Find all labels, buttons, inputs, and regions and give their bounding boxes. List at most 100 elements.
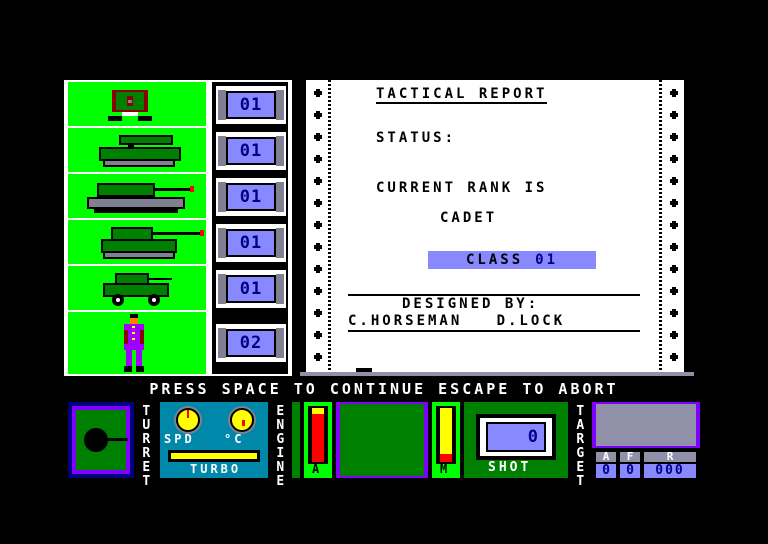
gauge-m-label: M <box>440 462 448 476</box>
arrow-icon <box>312 176 322 186</box>
arrow-icon <box>312 88 322 98</box>
unit-roster <box>64 80 208 376</box>
arrow-icon <box>312 220 322 230</box>
turret-label: TURRET <box>138 404 154 490</box>
unit-count: 01 <box>226 183 276 211</box>
arrow-icon <box>312 154 322 164</box>
continue-prompt: PRESS SPACE TO CONTINUE ESCAPE TO ABORT <box>149 380 619 398</box>
unit-cell-soldier[interactable] <box>68 312 206 374</box>
arrow-icon <box>668 198 678 208</box>
arrow-icon <box>312 110 322 120</box>
arrow-icon <box>312 242 322 252</box>
rank-value: CADET <box>440 210 498 226</box>
designed-by-label: DESIGNED BY: <box>402 296 540 312</box>
medium-tank-icon <box>101 227 204 259</box>
turret-label-text: TURRET <box>138 404 154 488</box>
gauge-m-fill <box>440 408 452 462</box>
speed-label: SPD <box>164 432 195 446</box>
radar-screen <box>336 402 428 478</box>
unit-count-badge: 02 <box>216 324 286 362</box>
class-label: CLASS <box>465 252 524 268</box>
shot-label: SHOT <box>488 460 532 475</box>
unit-count-badge: 01 <box>216 224 286 262</box>
unit-cell-armored-car[interactable] <box>68 266 206 310</box>
engine-label: ENGINE <box>272 404 288 490</box>
unit-count: 01 <box>226 275 276 303</box>
arrow-icon <box>312 286 322 296</box>
arrow-icon <box>668 132 678 142</box>
missile-tank-icon <box>99 135 181 167</box>
arrow-icon <box>668 330 678 340</box>
turret-icon <box>84 428 128 452</box>
arrow-icon <box>668 308 678 318</box>
a-value: 0 <box>596 464 616 478</box>
arrow-icon <box>312 198 322 208</box>
hud-spacer <box>292 402 300 478</box>
arrow-icon <box>668 352 678 362</box>
r-label: R <box>644 451 696 462</box>
gauge-m: M <box>432 402 460 478</box>
report-title: TACTICAL REPORT <box>376 86 548 104</box>
arrow-icon <box>668 176 678 186</box>
divider <box>348 330 640 332</box>
unit-count: 01 <box>226 137 276 165</box>
arrow-icon <box>668 286 678 296</box>
turbo-bar <box>171 453 257 459</box>
report-shadow <box>300 372 694 376</box>
unit-count: 01 <box>226 229 276 257</box>
turbo-label: TURBO <box>190 462 242 476</box>
arrow-icon <box>312 330 322 340</box>
target-label: TARGET <box>572 404 588 490</box>
authors: C.HORSEMAN D.LOCK <box>348 313 566 329</box>
unit-cell-command-bunker[interactable] <box>68 82 206 126</box>
tactical-report: TACTICAL REPORT STATUS: CURRENT RANK IS … <box>306 80 684 374</box>
class-badge: CLASS 01 <box>428 251 596 269</box>
class-value: 01 <box>535 252 558 268</box>
engine-label-text: ENGINE <box>272 404 288 488</box>
soldier-icon <box>124 314 144 372</box>
arrow-column-right <box>668 88 680 374</box>
unit-cell-heavy-tank[interactable] <box>68 174 206 218</box>
target-label-text: TARGET <box>572 404 588 488</box>
unit-count-badge: 01 <box>216 132 286 170</box>
arrow-icon <box>668 110 678 120</box>
unit-count: 02 <box>226 329 276 357</box>
f-label: F <box>620 451 640 462</box>
rank-label: CURRENT RANK IS <box>376 180 548 196</box>
temperature-label: °C <box>224 432 245 446</box>
arrow-icon <box>668 88 678 98</box>
gauge-a-label: A <box>312 462 320 476</box>
arrow-icon <box>312 264 322 274</box>
unit-count-badge: 01 <box>216 270 286 308</box>
unit-cell-medium-tank[interactable] <box>68 220 206 264</box>
heavy-tank-icon <box>87 183 194 213</box>
arrow-icon <box>312 132 322 142</box>
f-value: 0 <box>620 464 640 478</box>
arrow-column-left <box>312 88 324 374</box>
target-display <box>592 402 700 448</box>
unit-count-badge: 01 <box>216 86 286 124</box>
r-value: 000 <box>644 464 696 478</box>
arrow-icon <box>668 264 678 274</box>
unit-count-badge: 01 <box>216 178 286 216</box>
arrow-icon <box>668 154 678 164</box>
shot-count: 0 <box>486 422 546 452</box>
a-label: A <box>596 451 616 462</box>
unit-count-column: 01 01 01 01 01 02 <box>208 80 292 376</box>
arrow-icon <box>312 308 322 318</box>
engine-dashboard: SPD °C TURBO <box>160 402 268 478</box>
status-label: STATUS: <box>376 130 457 146</box>
unit-cell-missile-tank[interactable] <box>68 128 206 172</box>
turret-view[interactable] <box>68 402 134 478</box>
perforation-right <box>659 80 662 372</box>
perforation-left <box>328 80 331 372</box>
unit-count: 01 <box>226 91 276 119</box>
armored-car-icon <box>103 273 172 306</box>
gauge-a-fill <box>312 408 324 462</box>
bunker-icon <box>108 90 152 121</box>
arrow-icon <box>668 242 678 252</box>
shot-panel: 0 SHOT <box>464 402 568 478</box>
arrow-icon <box>312 352 322 362</box>
arrow-icon <box>668 220 678 230</box>
gauge-a: A <box>304 402 332 478</box>
